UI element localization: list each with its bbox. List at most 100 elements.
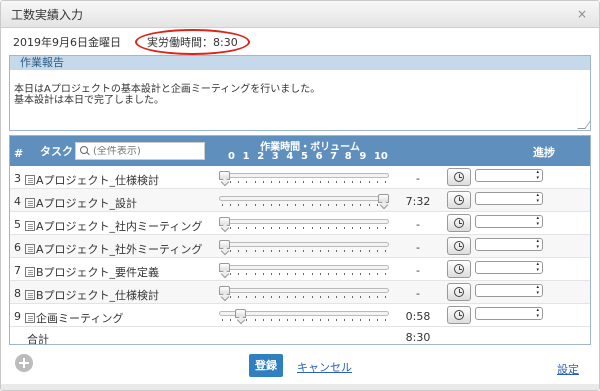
volume-slider[interactable]: [219, 263, 389, 275]
slider-handle[interactable]: [219, 263, 230, 272]
document-icon: [25, 290, 35, 300]
progress-select[interactable]: [475, 238, 543, 251]
task-name[interactable]: Bプロジェクト_仕様検討: [25, 287, 159, 303]
slider-handle[interactable]: [219, 171, 230, 180]
slider-tick: [344, 204, 346, 206]
task-table: # タスク 作業時間・ボリューム 012345678910 進捗 3Aプロジェク…: [9, 135, 591, 346]
task-name-label: Aプロジェクト_社内ミーティング: [36, 220, 203, 233]
slider-tick: [295, 319, 297, 321]
resize-handle-icon[interactable]: [577, 121, 591, 129]
slider-tick: [278, 227, 280, 229]
slider-tick: [311, 319, 313, 321]
slider-tick: [287, 296, 289, 298]
slider-tick: [287, 319, 289, 321]
volume-slider[interactable]: [219, 240, 389, 252]
cancel-link[interactable]: キャンセル: [297, 359, 352, 375]
progress-select[interactable]: [475, 307, 543, 320]
clock-button[interactable]: [447, 214, 471, 232]
progress-select[interactable]: [475, 261, 543, 274]
slider-tick: [246, 204, 248, 206]
report-date: 2019年9月6日金曜日: [13, 36, 121, 49]
slider-tick: [344, 250, 346, 252]
clock-button[interactable]: [447, 191, 471, 209]
scale-label: 6: [315, 151, 323, 162]
document-icon: [25, 198, 35, 208]
task-search-field[interactable]: [93, 145, 203, 157]
slider-tick: [262, 227, 264, 229]
slider-tick: [368, 319, 370, 321]
clock-icon: [454, 310, 464, 320]
close-icon[interactable]: ×: [575, 7, 589, 21]
clock-button[interactable]: [447, 306, 471, 324]
table-row: 9 企画ミーティング 0:58: [10, 304, 590, 327]
slider-tick: [352, 273, 354, 275]
volume-slider[interactable]: [219, 171, 389, 183]
slider-tick: [352, 227, 354, 229]
slider-tick: [352, 250, 354, 252]
slider-tick: [222, 204, 223, 206]
clock-button[interactable]: [447, 260, 471, 278]
slider-tick: [303, 181, 305, 183]
volume-slider[interactable]: [219, 217, 389, 229]
slider-tick: [230, 181, 232, 183]
progress-select[interactable]: [475, 215, 543, 228]
slider-tick: [230, 273, 232, 275]
slider-tick: [230, 227, 232, 229]
slider-tick: [230, 204, 232, 206]
work-report-text: 本日はAプロジェクトの基本設計と企画ミーティングを行いました。 基本設計は本日で…: [14, 84, 321, 106]
slider-tick: [319, 296, 321, 298]
volume-slider[interactable]: [219, 309, 389, 321]
task-name-label: 企画ミーティング: [36, 312, 124, 325]
slider-tick: [368, 181, 370, 183]
slider-handle[interactable]: [378, 194, 389, 203]
clock-button[interactable]: [447, 283, 471, 301]
slider-tick: [376, 319, 378, 321]
slider-handle[interactable]: [219, 286, 230, 295]
table-row: 8 Bプロジェクト_仕様検討 -: [10, 281, 590, 304]
task-name[interactable]: Aプロジェクト_設計: [25, 195, 137, 211]
slider-handle[interactable]: [219, 240, 230, 249]
title-bar: 工数実績入力 ×: [1, 1, 599, 28]
actual-work-time: 実労働時間：8:30: [135, 29, 250, 55]
slider-tick: [368, 204, 370, 206]
task-name[interactable]: 企画ミーティング: [25, 310, 123, 326]
slider-tick: [270, 227, 272, 229]
slider-ticks: [222, 296, 386, 299]
slider-tick: [254, 204, 256, 206]
volume-slider[interactable]: [219, 286, 389, 298]
volume-slider[interactable]: [219, 194, 389, 206]
slider-tick: [278, 204, 280, 206]
scale-label: 5: [300, 151, 308, 162]
settings-link[interactable]: 設定: [557, 361, 579, 377]
column-progress: 進捗: [533, 146, 555, 159]
task-search-input[interactable]: [75, 142, 205, 160]
progress-select[interactable]: [475, 169, 543, 182]
clock-button[interactable]: [447, 237, 471, 255]
slider-tick: [303, 273, 305, 275]
slider-tick: [246, 250, 248, 252]
save-button[interactable]: 登録: [249, 354, 283, 377]
clock-button[interactable]: [447, 168, 471, 186]
slider-handle[interactable]: [234, 309, 246, 318]
slider-tick: [376, 296, 378, 298]
task-name[interactable]: Bプロジェクト_要件定義: [25, 264, 159, 280]
work-report-textarea[interactable]: 本日はAプロジェクトの基本設計と企画ミーティングを行いました。 基本設計は本日で…: [10, 70, 591, 130]
work-time: -: [416, 287, 420, 300]
task-name[interactable]: Aプロジェクト_仕様検討: [25, 172, 159, 188]
scale-label: 9: [359, 151, 367, 162]
add-task-icon[interactable]: [15, 354, 33, 372]
slider-handle[interactable]: [219, 217, 230, 226]
task-name[interactable]: Aプロジェクト_社内ミーティング: [25, 218, 202, 234]
table-row: 5 Aプロジェクト_社内ミーティング -: [10, 212, 590, 235]
slider-tick: [311, 204, 313, 206]
slider-tick: [327, 250, 329, 252]
slider-tick: [319, 181, 321, 183]
slider-tick: [238, 296, 240, 298]
progress-select[interactable]: [475, 192, 543, 205]
slider-track: [219, 242, 389, 247]
document-icon: [25, 244, 35, 254]
task-name[interactable]: Aプロジェクト_社外ミーティング: [25, 241, 202, 257]
slider-tick: [352, 204, 354, 206]
progress-select[interactable]: [475, 284, 543, 297]
slider-tick: [254, 250, 256, 252]
